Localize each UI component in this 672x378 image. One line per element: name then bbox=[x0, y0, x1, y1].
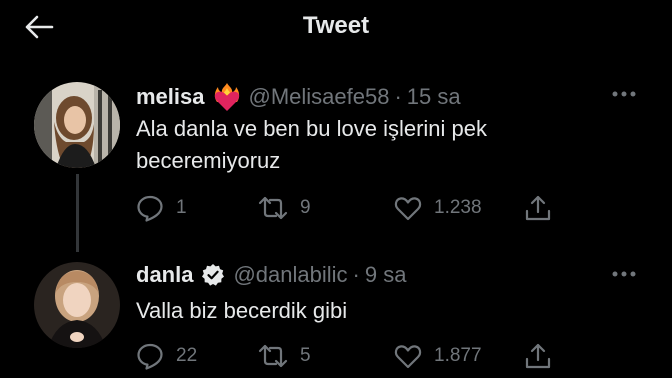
share-button[interactable] bbox=[524, 193, 552, 223]
more-options-button[interactable] bbox=[608, 264, 640, 284]
tweet[interactable]: danla @danlabilic · 9 sa Valla biz becer… bbox=[0, 256, 672, 378]
tweet-actions: 1 9 1.238 bbox=[136, 193, 556, 223]
reply-icon bbox=[137, 343, 163, 370]
user-handle[interactable]: @Melisaefe58 bbox=[249, 84, 390, 110]
user-handle[interactable]: @danlabilic bbox=[233, 262, 347, 288]
tweet-actions: 22 5 1.877 bbox=[136, 341, 556, 371]
verified-badge-icon bbox=[202, 264, 225, 286]
tweet[interactable]: melisa @Melisaefe58 · 15 sa Ala danla ve… bbox=[0, 70, 672, 245]
reply-count: 1 bbox=[176, 197, 187, 218]
share-icon bbox=[525, 343, 551, 369]
avatar-photo bbox=[34, 262, 120, 348]
reply-count: 22 bbox=[176, 345, 198, 366]
separator-dot: · bbox=[352, 262, 360, 287]
more-dots-icon bbox=[612, 271, 636, 277]
more-options-button[interactable] bbox=[608, 84, 640, 104]
retweet-icon bbox=[258, 344, 288, 368]
display-name[interactable]: danla bbox=[136, 262, 193, 288]
like-count: 1.238 bbox=[434, 197, 482, 218]
retweet-count: 5 bbox=[300, 345, 311, 366]
share-icon bbox=[525, 195, 551, 221]
reply-button[interactable]: 1 bbox=[136, 193, 187, 223]
page-title: Tweet bbox=[302, 12, 370, 39]
reply-icon bbox=[137, 195, 163, 222]
tweet-text: Ala danla ve ben bu love işlerini pek be… bbox=[136, 116, 488, 173]
heart-icon bbox=[394, 345, 422, 369]
tweet-header: melisa @Melisaefe58 · 15 sa bbox=[136, 82, 461, 112]
reply-button[interactable]: 22 bbox=[136, 341, 197, 371]
tweet-header: danla @danlabilic · 9 sa bbox=[136, 262, 406, 288]
like-button[interactable]: 1.238 bbox=[394, 193, 482, 223]
heart-icon bbox=[394, 197, 422, 221]
retweet-button[interactable]: 9 bbox=[258, 193, 311, 223]
tweet-timestamp[interactable]: 15 sa bbox=[407, 84, 461, 110]
display-name[interactable]: melisa bbox=[136, 84, 205, 110]
retweet-count: 9 bbox=[300, 197, 311, 218]
separator-dot: · bbox=[394, 84, 402, 109]
retweet-icon bbox=[258, 196, 288, 220]
share-button[interactable] bbox=[524, 341, 552, 371]
like-button[interactable]: 1.877 bbox=[394, 341, 482, 371]
avatar-photo bbox=[34, 82, 120, 168]
tweet-timestamp[interactable]: 9 sa bbox=[365, 262, 407, 288]
heart-on-fire-icon bbox=[214, 83, 239, 111]
avatar[interactable] bbox=[34, 262, 120, 348]
like-count: 1.877 bbox=[434, 345, 482, 366]
avatar[interactable] bbox=[34, 82, 120, 168]
tweet-text: Valla biz becerdik gibi bbox=[136, 298, 348, 323]
top-bar: Tweet bbox=[0, 0, 672, 56]
more-dots-icon bbox=[612, 91, 636, 97]
retweet-button[interactable]: 5 bbox=[258, 341, 311, 371]
